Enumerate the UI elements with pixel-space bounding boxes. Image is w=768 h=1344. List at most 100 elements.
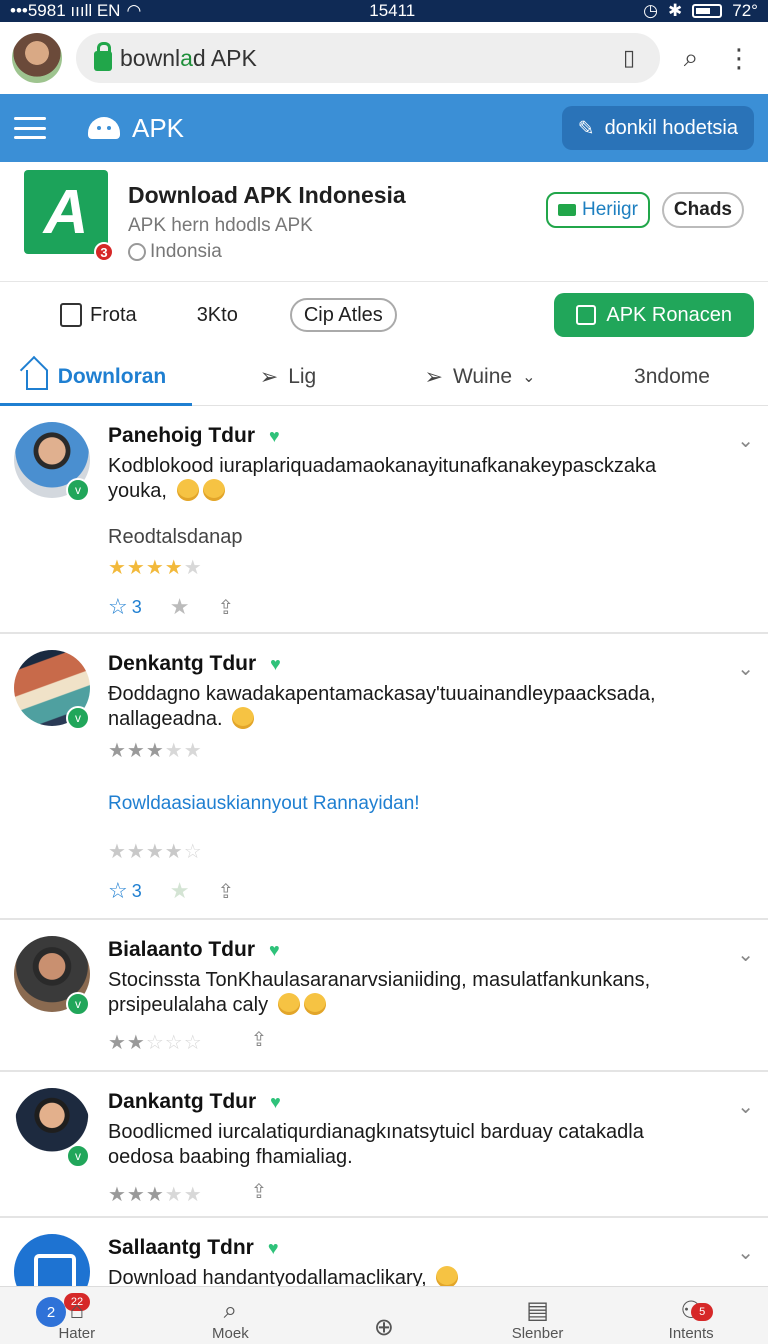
heart-icon: ♥: [270, 1091, 281, 1112]
app-header: A 3 Download APK Indonesia APK hern hdod…: [0, 162, 768, 282]
filter-pill[interactable]: Cip Atles: [289, 298, 397, 332]
verified-badge-icon: v: [66, 1144, 90, 1168]
chevron-down-icon[interactable]: ⌄: [737, 428, 754, 453]
rating-stars: ★★★★★: [108, 740, 203, 762]
chevron-down-icon: ⌄: [522, 368, 536, 386]
send-icon: ➢: [424, 363, 443, 389]
action-item-1[interactable]: Frota: [60, 303, 137, 327]
tab-download-label: Downloran: [57, 364, 167, 388]
heart-icon: ♥: [269, 939, 280, 960]
nav-label: Slenber: [511, 1325, 564, 1342]
nav-label: Hater: [58, 1325, 96, 1342]
app-subtitle: APK hern hdodls APK: [128, 215, 313, 236]
primary-header-label: Heriigr: [581, 199, 638, 220]
avatar[interactable]: [14, 1234, 90, 1286]
action-item-2[interactable]: 3Kto: [197, 304, 238, 327]
bag-icon: [60, 303, 82, 327]
chevron-down-icon[interactable]: ⌄: [737, 1240, 754, 1265]
battery-text: 72°: [732, 1, 758, 20]
heart-icon: ♥: [267, 1237, 279, 1258]
emoji-icon: [277, 993, 300, 1015]
status-time: 15411: [369, 1, 416, 20]
document-icon: ▤: [526, 1297, 549, 1324]
battery-icon: [692, 4, 723, 18]
rating-stars-secondary: ★★★★☆: [108, 841, 203, 863]
header-buttons: Heriigr Chads: [545, 170, 744, 273]
post-text: Stocinssta TonKhaulasaranarvsianiiding, …: [108, 969, 651, 1016]
secondary-header-button[interactable]: Chads: [661, 192, 744, 228]
like-count: 3: [131, 596, 142, 617]
list-item: v Panehoig Tdur ♥ ⌄ Kodblokood iuraplariq…: [0, 406, 768, 634]
tab-wuine[interactable]: ➢ Wuine ⌄: [384, 348, 576, 405]
share-icon[interactable]: ⇪: [217, 595, 234, 620]
star-outline-icon[interactable]: ☆: [108, 594, 128, 620]
verified-badge-icon: v: [66, 478, 90, 502]
pencil-icon: ✎: [577, 117, 595, 140]
emoji-icon: [202, 479, 225, 501]
share-icon[interactable]: ⇪: [251, 1179, 268, 1204]
star-outline-icon[interactable]: ☆: [108, 878, 128, 904]
primary-header-button[interactable]: Heriigr: [545, 192, 650, 228]
nav-item-add[interactable]: ⊕: [307, 1314, 461, 1344]
chevron-down-icon[interactable]: ⌄: [737, 942, 754, 967]
app-region: Indonsia: [128, 241, 546, 263]
post-subtitle: Reodtalsdanap: [108, 526, 243, 548]
tab-download[interactable]: Downloran: [0, 348, 192, 406]
nav-item-hater[interactable]: ⌂ Hater: [0, 1297, 154, 1344]
tab-wuine-label: Wuine: [452, 364, 513, 388]
post-actions: ★★☆☆☆ ⇪: [108, 1018, 712, 1073]
globe-icon: [128, 243, 146, 261]
app-bar-action-label: donkil hodetsia: [604, 116, 738, 139]
post-text: Download handantyodallamaclikary,: [108, 1266, 712, 1286]
post-actions: ☆ 3 ★ ⇪: [108, 580, 712, 638]
profile-avatar[interactable]: [12, 33, 62, 83]
emoji-icon: [232, 707, 255, 729]
app-bar-action-button[interactable]: ✎ donkil hodetsia: [561, 106, 754, 150]
rating-stars: ★★★★★: [108, 557, 203, 579]
browser-toolbar: bownlad APK ▯ ⌕ ⋮: [0, 22, 768, 94]
cta-button[interactable]: APK Ronacen: [554, 293, 754, 337]
star-icon[interactable]: ★: [170, 878, 190, 904]
verified-badge-icon: v: [66, 706, 90, 730]
list-item: Sallaantg Tdnr ♥ ⌄ Download handantyodall…: [0, 1218, 768, 1286]
tab-lig-label: Lig: [288, 364, 317, 388]
tab-3ndome[interactable]: 3ndome: [576, 348, 768, 405]
nav-item-intents[interactable]: 5 ⚇ Intents: [614, 1297, 768, 1344]
signal-text: •••5981 ıııll EN: [10, 1, 121, 20]
url-text: bownlad APK: [120, 44, 257, 71]
emoji-icon: [176, 479, 199, 501]
more-vert-icon[interactable]: ⋮: [722, 41, 756, 75]
post-author: Bialaanto Tdur ♥: [108, 938, 280, 961]
tab-lig[interactable]: ➢ Lig: [192, 348, 384, 405]
search-icon: ⌕: [223, 1297, 238, 1324]
address-bar[interactable]: bownlad APK ▯: [76, 33, 660, 83]
chevron-down-icon[interactable]: ⌄: [737, 1094, 754, 1119]
cta-label: APK Ronacen: [606, 303, 732, 326]
menu-icon[interactable]: [14, 117, 46, 139]
add-chat-icon: ⊕: [373, 1314, 395, 1341]
bookmark-icon[interactable]: ▯: [612, 41, 646, 75]
list-item: v Dankantg Tdur ♥ ⌄ Boodlicmed iurcalatiq…: [0, 1072, 768, 1218]
share-icon[interactable]: ⇪: [217, 879, 234, 904]
nav-item-slenber[interactable]: ▤ Slenber: [461, 1297, 615, 1344]
heart-icon: ♥: [270, 653, 281, 674]
search-icon[interactable]: ⌕: [674, 41, 708, 75]
nav-item-moek[interactable]: ⌕ Moek: [154, 1297, 308, 1344]
post-author: Dankantg Tdur ♥: [108, 1090, 281, 1113]
share-icon[interactable]: ⇪: [251, 1027, 268, 1052]
star-icon[interactable]: ★: [170, 594, 190, 620]
heart-icon: ♥: [269, 425, 280, 446]
send-icon: ➢: [259, 363, 279, 389]
chevron-down-icon[interactable]: ⌄: [737, 656, 754, 681]
nav-label: Moek: [212, 1325, 249, 1342]
post-text: Boodlicmed iurcalatiqurdianagkınatsytuic…: [108, 1121, 644, 1168]
alarm-icon: ◷: [643, 1, 659, 20]
post-author: Panehoig Tdur ♥: [108, 424, 280, 447]
app-info: Download APK Indonesia APK hern hdodls A…: [128, 170, 546, 273]
notification-badge: 5: [691, 1303, 714, 1321]
notification-badge: 3: [94, 242, 114, 262]
emoji-icon: [436, 1266, 459, 1286]
post-actions: ★★★★★ ⇪: [108, 1170, 712, 1225]
lock-icon: [94, 42, 112, 71]
post-link[interactable]: Rowldaasiauskiannyout Rannayidan!: [108, 793, 712, 815]
